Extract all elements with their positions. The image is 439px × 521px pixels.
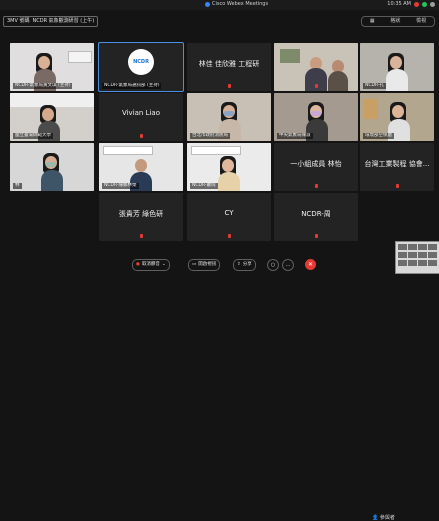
thumbnail-cell	[418, 252, 427, 258]
participant-tile[interactable]	[274, 43, 358, 91]
end-meeting-button[interactable]: ✕	[305, 259, 316, 270]
participant-tile[interactable]: 林	[10, 143, 94, 191]
participant-tile[interactable]: NCDR-孔	[360, 43, 434, 91]
camera-icon: ▭	[192, 262, 197, 267]
participant-video	[10, 143, 94, 191]
participant-tile[interactable]: 台灣工業製程 協會...	[360, 143, 434, 191]
share-label: 分享	[242, 262, 252, 267]
self-view-thumbnail[interactable]	[395, 241, 439, 274]
chevron-down-icon: ⌄	[161, 262, 166, 267]
unmute-button[interactable]: ● 取消靜音 ⌄	[132, 259, 170, 271]
participant-name: NCDR-蕭琬	[190, 183, 218, 189]
microphone-icon: ●	[136, 262, 140, 267]
participant-name: 台北市政府消防局	[190, 133, 230, 139]
muted-mic-icon	[315, 234, 318, 238]
thumbnail-cell	[408, 244, 417, 250]
recording-icon	[414, 1, 419, 7]
participant-name-display: 一小組成員 林怡	[290, 160, 342, 168]
start-video-button[interactable]: ▭ 開啟視訊	[188, 259, 221, 271]
thumbnail-cell	[418, 244, 427, 250]
participant-tile[interactable]: NCDR NCDR-氣象局通訊部 (主持)	[98, 42, 184, 92]
muted-mic-icon	[228, 234, 231, 238]
title-bar: Cisco Webex Meetings 10:35 AM	[0, 0, 439, 10]
record-button[interactable]: ○	[267, 259, 279, 271]
meeting-title: NCDR 氣象觀測研習 (上午)	[32, 18, 95, 24]
organization-logo: NCDR	[128, 49, 154, 75]
participant-name: 中央氣象局陳淑	[277, 133, 313, 139]
participant-tile[interactable]: 台北市政府消防局	[187, 93, 271, 141]
thumbnail-cell	[408, 252, 417, 258]
participant-name: 林	[13, 183, 22, 189]
participant-tile[interactable]: 環境部空保處	[360, 93, 434, 141]
muted-mic-icon	[396, 184, 399, 188]
participant-name-display: 張貴芳 綠色研	[118, 210, 164, 218]
meeting-toolbar: ● 取消靜音 ⌄ ▭ 開啟視訊 ⇪ 分享 ○ ... ✕ 👤 參與者	[0, 255, 439, 521]
participant-name-display: Vivian Liao	[121, 109, 161, 117]
clock-text: 10:35 AM	[387, 1, 411, 7]
participant-tile[interactable]: 林佳 佳欣雅 工程研	[187, 43, 271, 91]
participant-name: NCDR-孔	[363, 83, 387, 89]
settings-icon[interactable]	[430, 1, 435, 7]
participants-label: 參與者	[379, 515, 395, 521]
meeting-info-bar: 3MV 號碼 NCDR 氣象觀測研習 (上午) ▦ 格狀 檢視	[0, 11, 439, 29]
participant-name-display: NCDR-周	[301, 210, 331, 218]
muted-mic-icon	[315, 184, 318, 188]
participant-tile[interactable]: 一小組成員 林怡	[274, 143, 358, 191]
muted-mic-icon	[140, 134, 143, 138]
record-icon: ○	[270, 262, 276, 268]
meeting-info-button[interactable]: 3MV 號碼 NCDR 氣象觀測研習 (上午)	[3, 16, 99, 27]
thumbnail-cell	[408, 260, 417, 266]
participant-name-display: CY	[224, 209, 234, 217]
layout-label: 格狀	[390, 18, 401, 24]
share-icon: ⇪	[237, 262, 241, 267]
participant-tile[interactable]: NCDR-氣象局黃文琪 (主持)	[10, 43, 94, 91]
participant-tile[interactable]: NCDR-蕭琬	[187, 143, 271, 191]
webex-logo-icon	[205, 1, 210, 7]
status-area: 10:35 AM	[387, 1, 435, 7]
connection-icon	[422, 1, 427, 7]
thumbnail-cell	[428, 244, 437, 250]
thumbnail-cell	[398, 260, 407, 266]
meeting-number-label: 3MV 號碼	[7, 18, 30, 24]
view-option-label: 檢視	[416, 18, 427, 24]
unmute-label: 取消靜音	[141, 262, 160, 267]
participants-button[interactable]: 👤 參與者	[372, 514, 395, 521]
participant-tile[interactable]: CY	[187, 193, 271, 241]
window-title: Cisco Webex Meetings	[205, 1, 268, 7]
participant-name: NCDR-氣象局通訊部 (主持)	[102, 83, 162, 89]
start-video-label: 開啟視訊	[198, 262, 217, 267]
thumbnail-cell	[418, 260, 427, 266]
window-title-text: Cisco Webex Meetings	[212, 1, 269, 7]
thumbnail-cell	[428, 252, 437, 258]
participant-tile[interactable]: Vivian Liao	[99, 93, 183, 141]
close-icon: ✕	[307, 261, 314, 268]
participant-tile[interactable]: NCDR-周	[274, 193, 358, 241]
participant-name: 環境部空保處	[363, 133, 394, 139]
participant-name: 國立臺灣師範大學	[13, 133, 53, 139]
muted-mic-icon	[228, 84, 231, 88]
logo-text: NCDR	[133, 59, 149, 65]
participant-tile[interactable]: 中央氣象局陳淑	[274, 93, 358, 141]
layout-controls[interactable]: ▦ 格狀 檢視	[361, 16, 435, 27]
share-button[interactable]: ⇪ 分享	[233, 259, 256, 271]
participant-name-display: 台灣工業製程 協會...	[364, 160, 430, 168]
thumbnail-cell	[398, 244, 407, 250]
thumbnail-cell	[428, 260, 437, 266]
more-options-button[interactable]: ...	[282, 259, 294, 271]
muted-mic-icon	[140, 234, 143, 238]
thumbnail-cell	[398, 252, 407, 258]
muted-mic-icon	[315, 84, 318, 88]
more-icon: ...	[285, 262, 291, 268]
participant-name: NCDR-氣象局黃文琪 (主持)	[13, 83, 73, 89]
people-icon: 👤	[372, 515, 379, 521]
participant-tile[interactable]: 國立臺灣師範大學	[10, 93, 94, 141]
participant-name: NCDR-陳鄭林榮	[102, 183, 139, 189]
grid-icon: ▦	[369, 18, 375, 24]
participant-tile[interactable]: NCDR-陳鄭林榮	[99, 143, 183, 191]
participant-tile[interactable]: 張貴芳 綠色研	[99, 193, 183, 241]
participant-name-display: 林佳 佳欣雅 工程研	[198, 60, 260, 68]
